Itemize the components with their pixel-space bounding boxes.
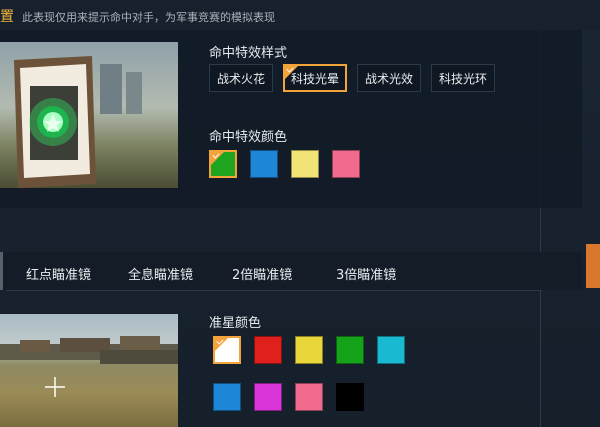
checkmark-icon [285,66,298,79]
tab-3x-scope[interactable]: 3倍瞄准镜 [336,264,396,283]
crosshair-swatch-red[interactable] [254,336,282,364]
hit-color-swatch-blue[interactable] [250,150,278,178]
crosshair-swatch-white[interactable] [213,336,241,364]
crosshair-swatch-black[interactable] [336,383,364,411]
option-tactical-glow-button[interactable]: 战术光效 [357,64,421,92]
option-tech-ring-button[interactable]: 科技光环 [431,64,495,92]
hit-color-swatch-pink[interactable] [332,150,360,178]
crosshair-preview-image [0,314,178,427]
hit-effect-preview-image [0,42,178,188]
top-bar: 置 此表现仅用来提示命中对手，为军事竞赛的模拟表现 [0,0,600,30]
option-label: 科技光环 [438,71,487,86]
page-title-fragment: 置 [0,9,14,25]
option-label: 战术光效 [364,71,413,86]
hit-color-swatch-green[interactable] [209,150,237,178]
hit-effect-style-label: 命中特效样式 [209,46,288,61]
tab-bar-edge [0,252,3,290]
hit-effect-color-label: 命中特效颜色 [209,130,288,145]
crosshair-swatch-yellow[interactable] [295,336,323,364]
option-label: 战术火花 [216,71,265,86]
checkmark-icon [215,338,228,351]
scrollbar-thumb[interactable] [586,244,600,288]
crosshair-swatch-magenta[interactable] [254,383,282,411]
tab-red-dot-scope[interactable]: 红点瞄准镜 [26,264,91,283]
crosshair-swatch-pink[interactable] [295,383,323,411]
crosshair-color-label: 准星颜色 [209,316,262,331]
description-text: 此表现仅用来提示命中对手，为军事竞赛的模拟表现 [22,11,275,24]
tab-divider [6,290,542,291]
option-label: 科技光晕 [290,71,339,86]
hit-color-swatch-yellow[interactable] [291,150,319,178]
option-tech-halo-button[interactable]: 科技光晕 [283,64,347,92]
crosshair-swatch-green[interactable] [336,336,364,364]
crosshair-swatch-blue[interactable] [213,383,241,411]
option-tactical-spark-button[interactable]: 战术火花 [209,64,273,92]
checkmark-icon [211,152,224,165]
crosshair-swatch-cyan[interactable] [377,336,405,364]
tab-2x-scope[interactable]: 2倍瞄准镜 [232,264,292,283]
tab-holographic-scope[interactable]: 全息瞄准镜 [128,264,193,283]
